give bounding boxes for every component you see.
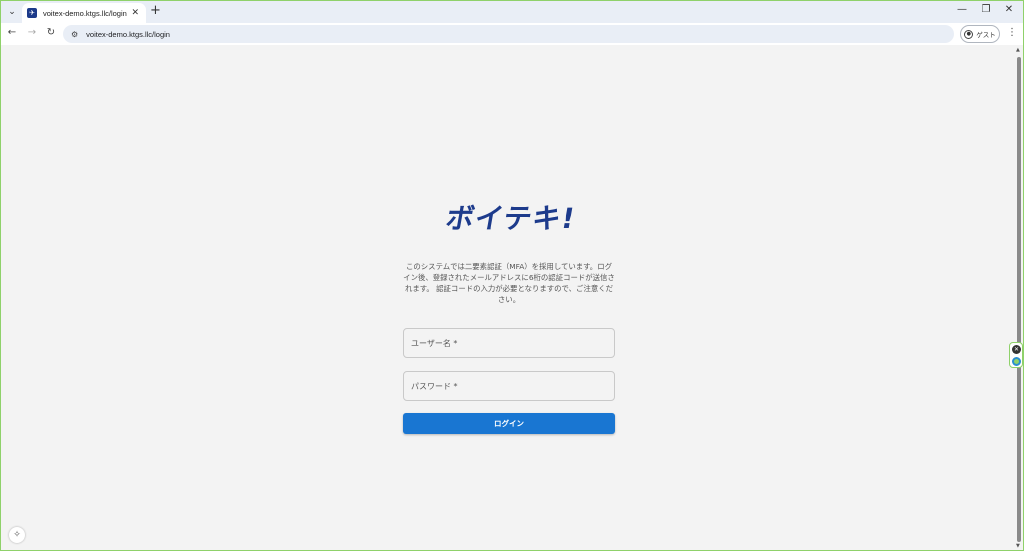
profile-label: ゲスト bbox=[976, 31, 996, 39]
tab-close-icon[interactable]: ✕ bbox=[131, 8, 139, 18]
profile-icon: ● bbox=[964, 29, 974, 39]
tab-search-chevron-icon[interactable]: ⌄ bbox=[4, 4, 20, 20]
reload-icon[interactable]: ↻ bbox=[44, 27, 58, 38]
page-scrollbar[interactable]: ▲ ▼ bbox=[1015, 45, 1023, 550]
forward-arrow-icon[interactable]: → bbox=[25, 27, 39, 38]
username-field[interactable]: ユーザー名 * bbox=[403, 328, 615, 358]
url-text: voitex-demo.ktgs.llc/login bbox=[86, 29, 170, 39]
scroll-down-arrow-icon[interactable]: ▼ bbox=[1016, 543, 1020, 549]
site-favicon-icon: ✈ bbox=[27, 8, 37, 18]
scroll-thumb[interactable] bbox=[1017, 57, 1021, 542]
mfa-notice: このシステムでは二要素認証（MFA）を採用しています。ログイン後、登録されたメー… bbox=[403, 262, 615, 304]
tab-strip: ⌄ ✈ voitex-demo.ktgs.llc/login ✕ + — ❐ ✕ bbox=[1, 1, 1023, 23]
back-arrow-icon[interactable]: ← bbox=[5, 27, 19, 38]
browser-menu-icon[interactable]: ⋮ bbox=[1007, 27, 1017, 38]
restore-icon[interactable]: ❐ bbox=[976, 4, 996, 15]
browser-toolbar: ← → ↻ ⚙ voitex-demo.ktgs.llc/login ● ゲスト… bbox=[1, 23, 1023, 45]
login-button[interactable]: ログイン bbox=[403, 413, 615, 434]
password-label: パスワード * bbox=[411, 381, 458, 391]
address-bar[interactable]: ⚙ voitex-demo.ktgs.llc/login bbox=[63, 25, 954, 43]
close-window-icon[interactable]: ✕ bbox=[999, 4, 1019, 15]
scroll-up-arrow-icon[interactable]: ▲ bbox=[1016, 47, 1020, 53]
app-logo: ボイテキ! bbox=[443, 202, 579, 235]
browser-window: ⌄ ✈ voitex-demo.ktgs.llc/login ✕ + — ❐ ✕… bbox=[1, 1, 1023, 550]
username-label: ユーザー名 * bbox=[411, 338, 458, 348]
widget-close-icon[interactable]: ✕ bbox=[1012, 345, 1021, 354]
widget-toggle-icon[interactable] bbox=[1012, 357, 1021, 366]
site-info-icon[interactable]: ⚙ bbox=[71, 30, 78, 39]
new-tab-plus-icon[interactable]: + bbox=[150, 4, 161, 18]
login-page: ボイテキ! このシステムでは二要素認証（MFA）を採用しています。ログイン後、登… bbox=[1, 45, 1015, 550]
sparkle-icon[interactable]: ✧ bbox=[9, 527, 25, 543]
active-tab[interactable]: ✈ voitex-demo.ktgs.llc/login ✕ bbox=[22, 3, 146, 23]
password-field[interactable]: パスワード * bbox=[403, 371, 615, 401]
profile-guest-button[interactable]: ● ゲスト bbox=[960, 25, 1000, 43]
side-widget: ✕ bbox=[1009, 342, 1023, 368]
minimize-icon[interactable]: — bbox=[952, 4, 972, 15]
tab-title: voitex-demo.ktgs.llc/login bbox=[43, 8, 127, 18]
